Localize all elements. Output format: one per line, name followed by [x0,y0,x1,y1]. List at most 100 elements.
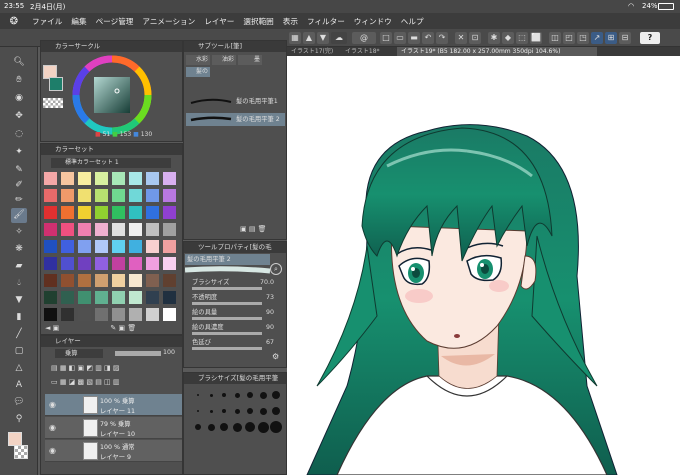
color-swatch[interactable] [163,172,176,185]
color-swatch[interactable] [129,240,142,253]
tool-property-row[interactable]: 不透明度 73 [192,293,274,305]
drawing-canvas[interactable] [287,56,680,475]
eraser-tool-icon[interactable]: ▰ [11,259,27,274]
color-swatch[interactable] [146,223,159,236]
color-swatch[interactable] [95,274,108,287]
gradient-tool-icon[interactable]: ▮ [11,310,27,325]
color-swatch[interactable] [44,291,57,304]
tool-property-slider[interactable] [192,332,262,335]
frame-tool-icon[interactable]: ▢ [11,344,27,359]
redo-icon[interactable]: ↷ [436,32,448,44]
brush-size-preset[interactable] [207,423,215,431]
scroll-icon[interactable]: ▲ [303,32,315,44]
color-swatch[interactable] [44,172,57,185]
color-swatch[interactable] [112,308,125,321]
color-swatch[interactable] [163,308,176,321]
sparkle-icon[interactable]: ✱ [488,32,500,44]
tool-property-row[interactable]: 色延び 67 [192,338,274,350]
eye-icon[interactable]: ◉ [49,400,56,409]
save-icon[interactable]: ▬ [408,32,420,44]
color-swatch[interactable] [163,223,176,236]
color-swatch[interactable] [163,274,176,287]
cloud-icon[interactable]: ☁ [331,32,347,44]
brush-size-preset[interactable] [197,394,199,396]
new-icon[interactable]: □ [380,32,392,44]
color-swatch[interactable] [129,257,142,270]
brush-size-preset[interactable] [270,421,282,433]
crop-icon[interactable]: ⬜ [530,32,542,44]
open-icon[interactable]: ▭ [394,32,406,44]
shape-tool-icon[interactable]: ╱ [11,327,27,342]
color-swatch[interactable] [61,189,74,202]
doc-tab-3[interactable]: イラスト19* (B5 182.00 x 257.00mm 350dpi 104… [397,47,597,56]
tab-ink[interactable]: 墨 [238,55,262,65]
tool-property-slider[interactable] [192,302,262,305]
color-swatch[interactable] [95,240,108,253]
blend-tool-icon[interactable]: 💧︎ [11,276,27,291]
color-swatch[interactable] [112,223,125,236]
lasso-tool-icon[interactable]: ◌ [11,127,27,142]
doc-tab-2[interactable]: イラスト18* [341,47,395,56]
transform-icon[interactable]: ⊡ [469,32,481,44]
color-swatch[interactable] [129,189,142,202]
color-swatch[interactable] [44,240,57,253]
color-swatch[interactable] [95,257,108,270]
color-wheel[interactable] [72,55,152,135]
ruler-icon[interactable]: ◫ [549,32,561,44]
tool-property-slider[interactable] [192,317,262,320]
grid-icon[interactable]: ▦ [289,32,301,44]
color-swatch[interactable] [95,189,108,202]
eye-icon[interactable]: ◉ [49,423,56,432]
color-swatch[interactable] [61,308,74,321]
color-swatch[interactable] [146,206,159,219]
color-swatch[interactable] [78,240,91,253]
color-swatch[interactable] [129,308,142,321]
menu-layer[interactable]: レイヤー [204,16,234,27]
transparent-swatch[interactable] [43,98,63,108]
color-swatch[interactable] [44,274,57,287]
brush-tool-icon[interactable]: 🖌︎ [11,208,27,223]
menu-file[interactable]: ファイル [32,16,62,27]
layer-row[interactable]: ◉ 100 % 乗算 レイヤー 11 [45,394,182,416]
color-swatch[interactable] [61,274,74,287]
brush-size-preset[interactable] [209,393,213,397]
color-set-dropdown[interactable]: 標準カラーセット 1 [51,158,171,168]
color-swatch[interactable] [163,257,176,270]
airbrush-tool-icon[interactable]: ✧ [11,225,27,240]
sub-color-swatch[interactable] [49,77,63,91]
search-icon[interactable]: ⌕ [270,263,282,275]
magic-wand-tool-icon[interactable]: ✦ [11,145,27,160]
menu-window[interactable]: ウィンドウ [354,16,392,27]
color-swatch[interactable] [146,291,159,304]
color-swatch[interactable] [146,257,159,270]
color-swatch[interactable] [163,189,176,202]
brush-size-preset[interactable] [234,408,240,414]
layer-row[interactable]: ◉ 79 % 乗算 レイヤー 10 [45,417,182,439]
brush-size-preset[interactable] [247,392,253,398]
color-swatch[interactable] [61,206,74,219]
color-swatch[interactable] [129,172,142,185]
guide-icon[interactable]: ◳ [577,32,589,44]
brush-size-preset[interactable] [257,421,269,433]
color-swatch[interactable] [78,274,91,287]
marker-tool-icon[interactable]: ✏ [11,193,27,208]
color-swatch[interactable] [112,274,125,287]
color-swatch[interactable] [129,223,142,236]
color-swatch[interactable] [146,274,159,287]
transparent-color-chip[interactable] [14,445,28,459]
spiral-icon[interactable]: @ [352,32,376,44]
tool-property-row[interactable]: ブラシサイズ 70.0 [192,278,274,290]
color-swatch[interactable] [95,291,108,304]
brush-size-preset[interactable] [259,407,267,415]
layer-row[interactable]: ◉ 100 % 通常 レイヤー 9 [45,440,182,462]
color-swatch[interactable] [61,172,74,185]
tool-property-slider[interactable] [192,347,262,350]
tab-watercolor[interactable]: 水彩 [186,55,210,65]
menu-view[interactable]: 表示 [283,16,298,27]
tool-property-slider[interactable] [192,287,262,290]
brush-size-preset[interactable] [272,391,280,399]
color-swatch[interactable] [78,291,91,304]
color-swatch[interactable] [78,189,91,202]
color-swatch[interactable] [112,291,125,304]
brush-size-preset[interactable] [222,393,226,397]
